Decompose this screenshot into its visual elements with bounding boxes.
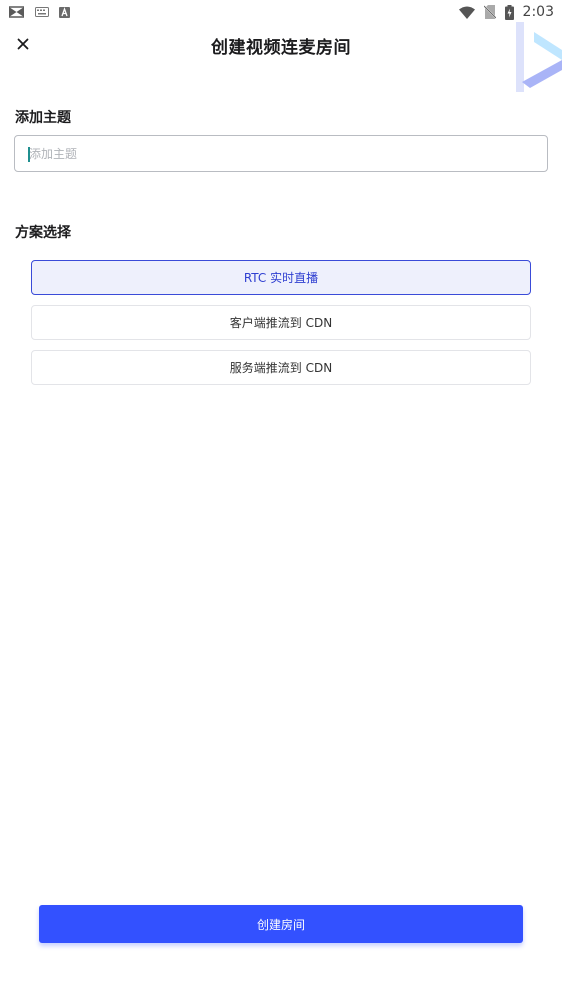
- scheme-label: 方案选择: [15, 225, 71, 241]
- topic-label: 添加主题: [15, 110, 71, 126]
- scheme-option-client-cdn[interactable]: 客户端推流到 CDN: [31, 305, 531, 340]
- scheme-option-server-cdn[interactable]: 服务端推流到 CDN: [31, 350, 531, 385]
- brand-logo: [512, 22, 562, 94]
- topic-input[interactable]: [15, 136, 547, 171]
- scheme-option-rtc[interactable]: RTC 实时直播: [31, 260, 531, 295]
- create-room-label: 创建房间: [256, 917, 305, 932]
- scheme-option-label: 服务端推流到 CDN: [229, 361, 333, 375]
- page-title: 创建视频连麦房间: [211, 38, 351, 58]
- scheme-option-label: RTC 实时直播: [243, 271, 319, 285]
- scheme-option-label: 客户端推流到 CDN: [229, 316, 333, 330]
- keyboard-icon: [35, 7, 49, 17]
- text-cursor: [28, 147, 30, 162]
- status-time: 2:03: [522, 4, 554, 20]
- status-bar: 2:03: [0, 0, 562, 24]
- no-sim-icon: [483, 5, 496, 19]
- app-bowtie-icon: [8, 6, 25, 18]
- wifi-icon: [458, 6, 475, 19]
- create-room-screen: 2:03 创建视频连麦房间 添加主题 方案选择 RTC 实时直播 客户端推流: [0, 0, 562, 999]
- topic-input-field[interactable]: [14, 135, 548, 172]
- status-bar-left: [8, 6, 70, 18]
- font-a-icon: [59, 6, 70, 18]
- create-room-button[interactable]: 创建房间: [39, 905, 523, 943]
- battery-charging-icon: [504, 4, 514, 20]
- status-bar-right: 2:03: [458, 4, 554, 20]
- header: 创建视频连麦房间: [0, 24, 562, 66]
